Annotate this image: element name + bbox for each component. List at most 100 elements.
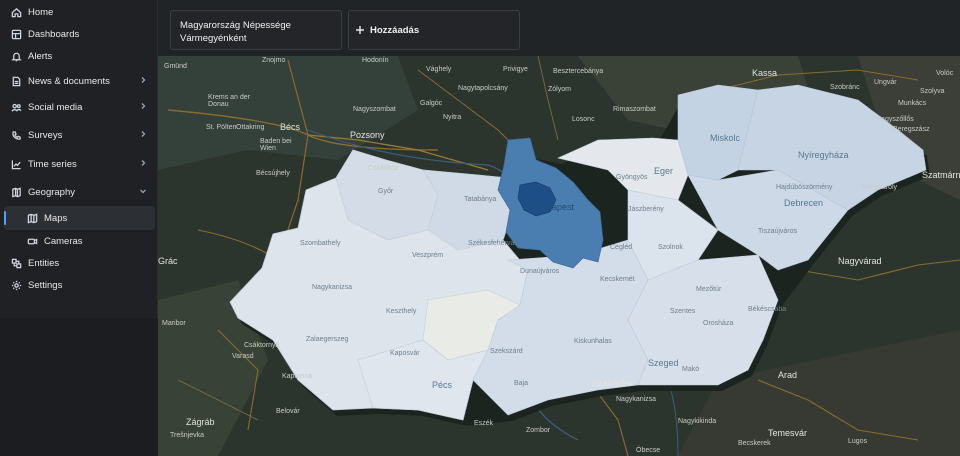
map-label: Beregszász [893, 126, 930, 133]
map-label: Baja [514, 380, 529, 387]
map-label: Győr [378, 188, 394, 195]
map-label: Baden bei Wien [260, 138, 292, 152]
map-label: Szeged [648, 358, 679, 368]
map-title-line1: Magyarország Népessége [180, 20, 291, 31]
sidebar-item-time-series[interactable]: Time series [0, 152, 157, 176]
map-label: Csallóköz [368, 165, 399, 172]
map-label: Zágráb [186, 417, 215, 427]
sidebar: Home Dashboards Alerts News & documents … [0, 0, 158, 318]
map-label: Makó [682, 366, 700, 373]
map-label: Kapronca [282, 373, 312, 380]
map-label: Pécs [432, 380, 453, 390]
map-label: Nagykanizsa [616, 396, 657, 403]
map-label: Ottakring [236, 124, 265, 131]
sidebar-item-dashboards[interactable]: Dashboards [0, 22, 157, 46]
map-label: Zombor [526, 427, 551, 434]
map-title-card[interactable]: Magyarország Népessége Vármegyénként [170, 10, 342, 50]
map-label: Mezőtúr [696, 286, 722, 293]
sidebar-item-social-media[interactable]: Social media [0, 95, 157, 119]
map-label: Vághely [426, 66, 452, 73]
map-label: Hodonín [362, 57, 389, 64]
map-label: Ungvár [874, 79, 897, 86]
map-label: Szabadka [592, 378, 633, 388]
sidebar-item-label: Surveys [28, 129, 63, 141]
sidebar-item-label: Time series [28, 158, 77, 170]
map-label: Szentes [670, 308, 696, 315]
sidebar-item-surveys[interactable]: Surveys [0, 123, 157, 147]
map-label: Miskolc [710, 133, 741, 143]
map-label: Nagykikinda [678, 418, 717, 425]
home-icon [10, 6, 22, 18]
map-label: Krems an der Donau [208, 94, 251, 108]
map-canvas[interactable]: Gmünd Znojmo Hodonín Vághely Privigye Be… [158, 0, 960, 456]
map-label: Znojmo [262, 57, 286, 64]
map-label: Becskerek [738, 440, 771, 447]
map-label: Gmünd [164, 63, 187, 70]
sidebar-item-entities[interactable]: Entities [0, 251, 157, 275]
map-label: Lugos [848, 438, 868, 445]
chevron-right-icon [139, 159, 147, 167]
map-label: Nagykanizsa [312, 284, 353, 291]
map-label: Volóc [936, 70, 954, 77]
map-label: Nyíregyháza [798, 150, 849, 160]
document-icon [10, 75, 22, 87]
add-button[interactable]: Hozzáadás [348, 10, 520, 50]
map-label: Óbecse [636, 447, 661, 454]
map-label: Szatmárnémeti [922, 170, 960, 180]
sidebar-item-label: Home [28, 6, 54, 18]
map-label: Kaposvár [390, 350, 420, 357]
sidebar-item-label: Social media [28, 101, 83, 113]
map-label: Szolnok [658, 244, 683, 251]
map-label: Bécs [280, 122, 301, 132]
map-label: Varasd [232, 353, 254, 360]
sidebar-item-label: Settings [28, 279, 63, 291]
sidebar-item-geography[interactable]: Geography [0, 180, 157, 204]
map-label: Galgóc [420, 100, 443, 107]
sidebar-item-news-documents[interactable]: News & documents [0, 69, 157, 93]
people-icon [10, 101, 22, 113]
sidebar-item-alerts[interactable]: Alerts [0, 44, 157, 68]
sidebar-empty-area [0, 318, 157, 456]
add-button-label: Hozzáadás [370, 24, 420, 36]
map-label: Kecskemét [600, 276, 635, 283]
map-label: Jászberény [628, 206, 664, 213]
map-icon [26, 212, 38, 224]
map-label: Trešnjevka [170, 432, 204, 439]
map-label: Maribor [162, 320, 186, 327]
map-label: Gyöngyös [616, 174, 648, 181]
map-label: Arad [778, 370, 798, 380]
map-label: Békéscsaba [748, 306, 787, 313]
map-label: Keszthely [386, 308, 417, 315]
map-label: Belovár [276, 408, 300, 415]
map-label: Munkács [898, 100, 927, 107]
sidebar-item-label: Cameras [44, 235, 83, 247]
map-label: Eszék [474, 420, 494, 427]
map-label: Rimaszombat [613, 106, 656, 113]
map-label: Szombathely [300, 240, 341, 247]
map-label: Kassa [752, 68, 778, 78]
sidebar-item-home[interactable]: Home [0, 0, 157, 24]
dashboard-icon [10, 28, 22, 40]
map-label: Nagyszombat [353, 106, 396, 113]
chevron-right-icon [139, 130, 147, 138]
sidebar-item-label: Dashboards [28, 28, 80, 40]
chevron-right-icon [139, 102, 147, 110]
map-label: Veszprém [412, 252, 444, 259]
map-label: Nagyszőllős [876, 116, 914, 123]
map-label: Besztercebánya [553, 68, 604, 75]
map-label: Temesvár [768, 428, 808, 438]
sidebar-item-settings[interactable]: Settings [0, 273, 157, 297]
sidebar-item-label: Geography [28, 186, 76, 198]
sidebar-item-maps[interactable]: Maps [4, 206, 155, 230]
map-label: Orosháza [703, 320, 734, 327]
map-label: Privigye [503, 66, 528, 73]
sidebar-item-cameras[interactable]: Cameras [0, 229, 157, 253]
map-label: Debrecen [784, 198, 824, 208]
map-label: Székesfehérvár [468, 240, 517, 247]
entities-icon [10, 257, 22, 269]
map-label: Nagykároly [862, 184, 898, 191]
map-label: Pozsony [350, 130, 385, 140]
chevron-down-icon [139, 187, 147, 195]
chevron-right-icon [139, 76, 147, 84]
map-label: Grác [158, 256, 178, 266]
